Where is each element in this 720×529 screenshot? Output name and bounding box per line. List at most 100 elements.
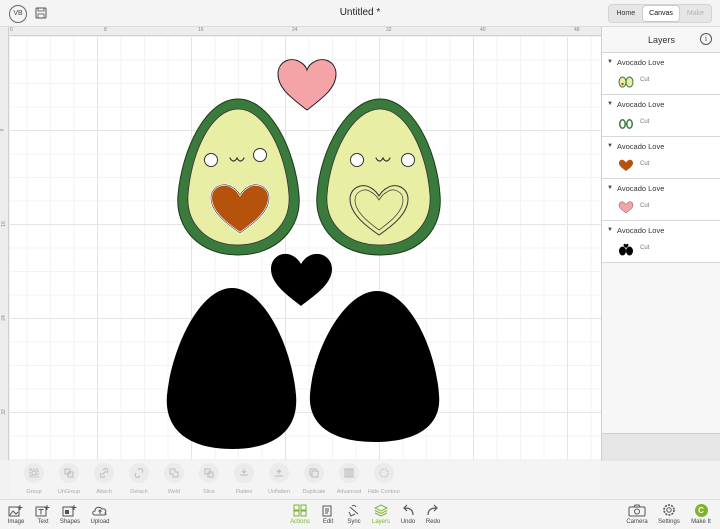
info-icon[interactable]: i xyxy=(700,33,712,45)
layer-operation: Cut xyxy=(640,77,650,83)
ruler-tick: 32 xyxy=(0,409,7,415)
slice-action[interactable]: Slice xyxy=(191,463,227,495)
black-shapes-thumbnail xyxy=(619,243,633,256)
heart-pink-thumbnail xyxy=(618,201,634,214)
pink-heart[interactable] xyxy=(277,59,337,111)
camera-icon xyxy=(622,503,652,517)
ruler-tick: 16 xyxy=(198,27,204,33)
home-mode-button[interactable]: Home xyxy=(610,6,641,21)
caret-down-icon[interactable]: ▼ xyxy=(607,143,613,149)
make-it-label: Make It xyxy=(691,519,711,525)
duplicate-icon xyxy=(304,463,324,483)
layer-operation: Cut xyxy=(640,203,650,209)
ruler-tick: 8 xyxy=(104,27,107,33)
layer-operation: Cut xyxy=(640,161,650,167)
redo-button[interactable]: Redo xyxy=(418,503,448,525)
caret-down-icon[interactable]: ▼ xyxy=(607,185,613,191)
caret-down-icon[interactable]: ▼ xyxy=(607,101,613,107)
make-it-icon: C xyxy=(686,503,716,517)
flatten-action[interactable]: Flatten xyxy=(226,463,262,495)
hide-contour-action[interactable]: Hide Contour xyxy=(366,463,402,495)
layer-group-name: Avocado Love xyxy=(617,142,665,151)
advanced-icon xyxy=(339,463,359,483)
upload-label: Upload xyxy=(90,519,110,525)
layer-group-name: Avocado Love xyxy=(617,184,665,193)
layer-group-name: Avocado Love xyxy=(617,226,665,235)
black-heart[interactable] xyxy=(271,253,332,306)
detach-action[interactable]: Detach xyxy=(121,463,157,495)
weld-action[interactable]: Weld xyxy=(156,463,192,495)
ruler-tick: 24 xyxy=(0,315,7,321)
layers-panel: Layers i ▼ Avocado Love Cut ▼ Avocado Lo… xyxy=(601,27,720,461)
camera-button[interactable]: Camera xyxy=(622,503,652,525)
settings-icon xyxy=(654,503,684,517)
layer-group[interactable]: ▼ Avocado Love Cut xyxy=(602,179,720,221)
layer-group[interactable]: ▼ Avocado Love Cut xyxy=(602,53,720,95)
layer-group[interactable]: ▼ Avocado Love Cut xyxy=(602,95,720,137)
action-label: Weld xyxy=(167,489,181,495)
layer-group[interactable]: ▼ Avocado Love Cut xyxy=(602,137,720,179)
image-button[interactable]: Image xyxy=(1,503,31,525)
layer-operation: Cut xyxy=(640,245,650,251)
design-canvas[interactable] xyxy=(10,37,601,460)
unflatten-action[interactable]: Unflatten xyxy=(261,463,297,495)
black-avocado-left[interactable] xyxy=(166,288,297,449)
mode-switcher: Home Canvas Make xyxy=(608,4,712,23)
layers-button[interactable]: Layers xyxy=(366,503,396,525)
action-label: Slice xyxy=(203,489,215,495)
shapes-label: Shapes xyxy=(59,519,81,525)
actions-toolbar: Group UnGroup Attach Detach Weld Slice F… xyxy=(10,461,601,499)
left-avocado[interactable] xyxy=(177,98,300,256)
bottom-toolbar: Image Text Shapes Upload Actions Edit Sy… xyxy=(0,499,720,529)
layer-group-name: Avocado Love xyxy=(617,58,665,67)
action-label: Duplicate xyxy=(302,489,326,495)
ungroup-action[interactable]: UnGroup xyxy=(51,463,87,495)
layer-operation: Cut xyxy=(640,119,650,125)
sync-button[interactable]: Sync xyxy=(339,503,369,525)
caret-down-icon[interactable]: ▼ xyxy=(607,59,613,65)
actions-icon xyxy=(285,503,315,517)
settings-button[interactable]: Settings xyxy=(654,503,684,525)
make-mode-button[interactable]: Make xyxy=(681,6,710,21)
action-label: Flatten xyxy=(235,489,253,495)
hide-contour-icon xyxy=(374,463,394,483)
duplicate-action[interactable]: Duplicate xyxy=(296,463,332,495)
unflatten-icon xyxy=(269,463,289,483)
image-icon xyxy=(1,503,31,517)
text-icon xyxy=(28,503,58,517)
action-label: Group xyxy=(26,489,42,495)
top-bar: VB Untitled * Home Canvas Make xyxy=(0,0,720,27)
attach-icon xyxy=(94,463,114,483)
group-action[interactable]: Group xyxy=(16,463,52,495)
text-label: Text xyxy=(37,519,49,525)
image-label: Image xyxy=(7,519,25,525)
group-icon xyxy=(24,463,44,483)
layers-header: Layers i xyxy=(602,27,720,53)
right-avocado[interactable] xyxy=(316,98,441,256)
top-ruler: 0 8 16 24 32 40 48 xyxy=(9,27,601,36)
left-ruler: 8 16 24 32 xyxy=(0,27,9,460)
ruler-tick: 24 xyxy=(292,27,298,33)
actions-button[interactable]: Actions xyxy=(285,503,315,525)
actions-label: Actions xyxy=(290,519,310,525)
ruler-tick: 40 xyxy=(480,27,486,33)
black-avocado-right[interactable] xyxy=(309,291,440,442)
settings-label: Settings xyxy=(658,519,680,525)
sync-label: Sync xyxy=(347,519,361,525)
make-it-button[interactable]: C Make It xyxy=(686,503,716,525)
text-button[interactable]: Text xyxy=(28,503,58,525)
upload-button[interactable]: Upload xyxy=(85,503,115,525)
camera-label: Camera xyxy=(626,519,648,525)
save-icon[interactable] xyxy=(35,7,47,19)
user-avatar[interactable]: VB xyxy=(9,5,27,23)
action-label: Detach xyxy=(130,489,148,495)
layer-group[interactable]: ▼ Avocado Love Cut xyxy=(602,221,720,263)
caret-down-icon[interactable]: ▼ xyxy=(607,227,613,233)
ruler-tick: 8 xyxy=(0,129,5,132)
advanced-action[interactable]: Advanced xyxy=(331,463,367,495)
attach-action[interactable]: Attach xyxy=(86,463,122,495)
action-label: UnGroup xyxy=(57,489,81,495)
canvas-mode-button[interactable]: Canvas xyxy=(643,6,679,21)
shapes-button[interactable]: Shapes xyxy=(55,503,85,525)
layers-panel-footer xyxy=(602,433,720,461)
